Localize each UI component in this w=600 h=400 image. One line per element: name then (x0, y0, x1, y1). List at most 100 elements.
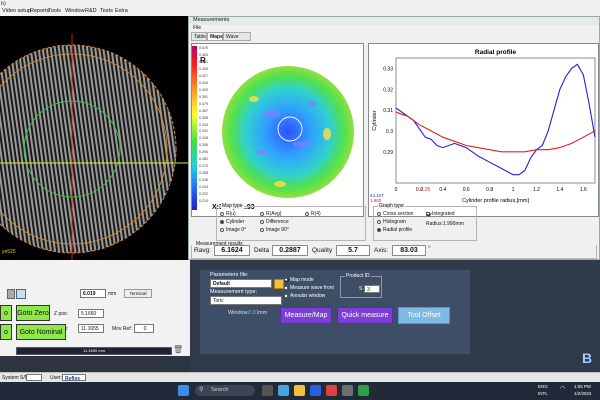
measure-map-button[interactable]: Measure/Map (280, 307, 332, 324)
map-type-group: Map type R(u) R(Avg) R(4) Cylinder Diffe… (216, 203, 366, 241)
scale-label: 0.318 (199, 136, 208, 141)
color-scale-labels: 0.475 0.463 0.451 0.439 0.427 0.415 0.403 0.391… (199, 46, 217, 210)
radio-cross-section[interactable] (377, 211, 381, 216)
params-file-field[interactable]: Default (210, 279, 272, 288)
z-pos-field[interactable]: 5.1660 (78, 309, 104, 318)
radio-cylinder[interactable] (220, 219, 224, 224)
side-button-1[interactable]: o (0, 305, 12, 321)
app-icon-red[interactable] (326, 385, 337, 396)
radio-image0[interactable] (220, 227, 224, 232)
ravg-value: 6.1624 (214, 245, 250, 256)
menu-video-setup[interactable]: Video setup (2, 8, 31, 14)
wave-front-checkbox[interactable]: Measure wave front (284, 285, 334, 291)
measurement-type-label: Measurement type: (210, 289, 258, 295)
radio-difference[interactable] (260, 219, 264, 224)
scale-label: 0.475 (199, 46, 208, 50)
file-explorer-icon[interactable] (294, 385, 305, 396)
x-tick-label: 1.2 (533, 187, 540, 193)
map-type-difference[interactable]: Difference (260, 219, 289, 225)
start-icon[interactable] (178, 385, 189, 396)
radio-image90[interactable] (260, 227, 264, 232)
menu-extra[interactable]: Extra (115, 8, 128, 14)
quality-label: Quality (312, 247, 333, 254)
annular-checkbox[interactable]: Annular window (284, 293, 325, 299)
menu-reports[interactable]: Reports (30, 8, 49, 14)
tray-lang[interactable]: ENG (538, 384, 548, 389)
scale-label: 0.270 (199, 164, 208, 169)
clock-date[interactable]: 1/2/2024 (574, 391, 592, 396)
z-pos-label: Z pos: (54, 311, 68, 317)
radio-ru[interactable] (220, 211, 224, 216)
tool-offset-button[interactable]: Tool Offset (398, 307, 450, 324)
axis-value: 83.03 (392, 245, 426, 256)
results-group: Measurement results Ravg: 6.1624 Delta 0… (191, 241, 597, 259)
app-icon-gray[interactable] (342, 385, 353, 396)
menu-tests[interactable]: Tests (100, 8, 113, 14)
app-icon-green[interactable] (358, 385, 369, 396)
x-tick-label: 1.6 (580, 187, 587, 193)
edge-icon[interactable] (278, 385, 289, 396)
menu-window[interactable]: Window (65, 8, 85, 14)
window-icon[interactable] (16, 289, 26, 299)
x-tick-label: 0.4 (439, 187, 446, 193)
r-value-field[interactable]: 6.019 (80, 289, 106, 298)
tab-table[interactable]: Table (191, 32, 207, 41)
tab-wave-front[interactable]: Wave front (223, 32, 251, 49)
graph-cross-section[interactable]: Cross section (377, 211, 413, 217)
graph-histogram[interactable]: Histogram (377, 219, 406, 225)
scale-label: 0.246 (199, 178, 208, 183)
fringe-image (0, 34, 190, 260)
n-pos-field[interactable]: 11.1655 (78, 324, 104, 333)
terminal-button[interactable]: Terminal (124, 289, 152, 298)
mail-icon[interactable] (310, 385, 321, 396)
y-tick-label: 0.3 (386, 129, 393, 135)
menu-tools[interactable]: Tools (48, 8, 61, 14)
tray-region[interactable]: INTL (538, 391, 548, 396)
radio-histogram[interactable] (377, 219, 381, 224)
ravg-label: Ravg: (194, 247, 211, 254)
side-button-2[interactable]: o (0, 324, 12, 340)
label-image0: Image 0° (226, 227, 247, 233)
goto-zero-button[interactable]: Goto Zero (16, 305, 50, 321)
wave-front-check[interactable] (284, 285, 288, 290)
cylinder-map[interactable] (192, 44, 363, 216)
folder-icon[interactable] (274, 279, 284, 289)
scale-label: 0.415 (199, 80, 208, 85)
file-menu[interactable]: File (193, 25, 201, 31)
mov-ref-field[interactable]: 0 (134, 324, 154, 333)
integrated-checkbox[interactable]: Integrated (426, 211, 455, 217)
map-type-image90[interactable]: Image 90° (260, 227, 289, 233)
tab-maps[interactable]: Maps (207, 32, 223, 41)
annular-check[interactable] (284, 293, 288, 298)
map-type-r4[interactable]: R(4) (305, 211, 321, 217)
app-icon: b) (1, 1, 6, 7)
x-tick-label: 0.6 (463, 187, 470, 193)
scale-label: 0.391 (199, 94, 208, 99)
map-mode-checkbox[interactable]: Map mode (284, 277, 314, 283)
integrated-check[interactable] (426, 211, 430, 216)
graph-radial-profile[interactable]: Radial profile (377, 227, 412, 233)
label-ravg: R(Avg) (266, 211, 282, 217)
task-view-icon[interactable] (262, 385, 273, 396)
menu-rnd[interactable]: R&D (85, 8, 97, 14)
radio-r4[interactable] (305, 211, 309, 216)
camera-view[interactable]: ye525 (0, 16, 190, 260)
radio-ravg[interactable] (260, 211, 264, 216)
wifi-icon[interactable]: ◠ (560, 385, 565, 392)
map-type-ravg[interactable]: R(Avg) (260, 211, 281, 217)
trash-icon[interactable]: 🗑 (173, 345, 183, 354)
search-box[interactable]: ⚲ Search (195, 385, 255, 396)
map-mode-check[interactable] (284, 277, 288, 282)
goto-nominal-button[interactable]: Goto Nominal (16, 324, 66, 340)
radio-radial-profile[interactable] (377, 227, 381, 232)
label-radial-profile: Radial profile (383, 227, 413, 233)
measurement-type-select[interactable]: Toric (210, 296, 282, 305)
scale-label: 0.451 (199, 59, 208, 64)
x-marker-label: 0.25 (420, 187, 430, 193)
map-type-cylinder[interactable]: Cylinder (220, 219, 244, 225)
map-type-image0[interactable]: Image 0° (220, 227, 246, 233)
map-type-ru[interactable]: R(u) (220, 211, 236, 217)
quick-measure-button[interactable]: Quick measure (337, 307, 393, 324)
clock-time[interactable]: 1:55 PM (574, 384, 591, 389)
product-id-field[interactable]: 3 (364, 285, 380, 293)
